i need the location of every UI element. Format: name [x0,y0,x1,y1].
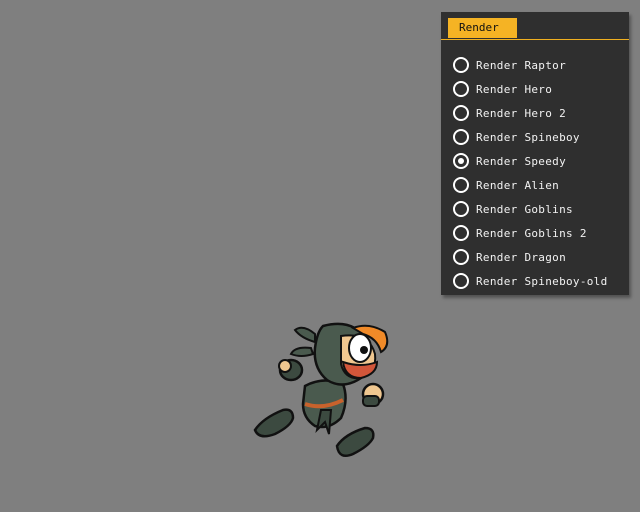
option-render-speedy[interactable]: Render Speedy [453,149,608,173]
panel-header: Render [441,12,629,40]
radio-button[interactable] [453,105,469,121]
character-eye [348,333,372,363]
option-render-alien[interactable]: Render Alien [453,173,608,197]
option-render-raptor[interactable]: Render Raptor [453,53,608,77]
option-label: Render Hero 2 [476,106,566,120]
radio-button[interactable] [453,129,469,145]
option-label: Render Hero [476,82,553,96]
option-render-dragon[interactable]: Render Dragon [453,245,608,269]
option-label: Render Spineboy [476,130,580,144]
radio-button[interactable] [453,81,469,97]
radio-button[interactable] [453,225,469,241]
radio-button[interactable] [453,177,469,193]
option-label: Render Spineboy-old [476,274,608,288]
character-right-foot [335,426,375,457]
render-options-list: Render Raptor Render Hero Render Hero 2 … [453,53,608,293]
radio-button[interactable] [453,57,469,73]
radio-button[interactable] [453,201,469,217]
option-render-hero[interactable]: Render Hero [453,77,608,101]
option-render-hero-2[interactable]: Render Hero 2 [453,101,608,125]
option-render-spineboy-old[interactable]: Render Spineboy-old [453,269,608,293]
render-viewport: Render Render Raptor Render Hero Render … [0,0,640,512]
option-label: Render Alien [476,178,560,192]
option-label: Render Goblins 2 [476,226,587,240]
radio-button[interactable] [453,273,469,289]
render-panel: Render Render Raptor Render Hero Render … [441,12,629,295]
radio-button[interactable] [453,249,469,265]
option-render-goblins[interactable]: Render Goblins [453,197,608,221]
speedy-character [253,322,389,457]
option-label: Render Raptor [476,58,566,72]
option-render-goblins-2[interactable]: Render Goblins 2 [453,221,608,245]
character-left-foot [253,408,295,438]
radio-button[interactable] [453,153,469,169]
option-label: Render Goblins [476,202,573,216]
option-label: Render Speedy [476,154,566,168]
render-tab[interactable]: Render [448,18,517,38]
option-label: Render Dragon [476,250,566,264]
option-render-spineboy[interactable]: Render Spineboy [453,125,608,149]
